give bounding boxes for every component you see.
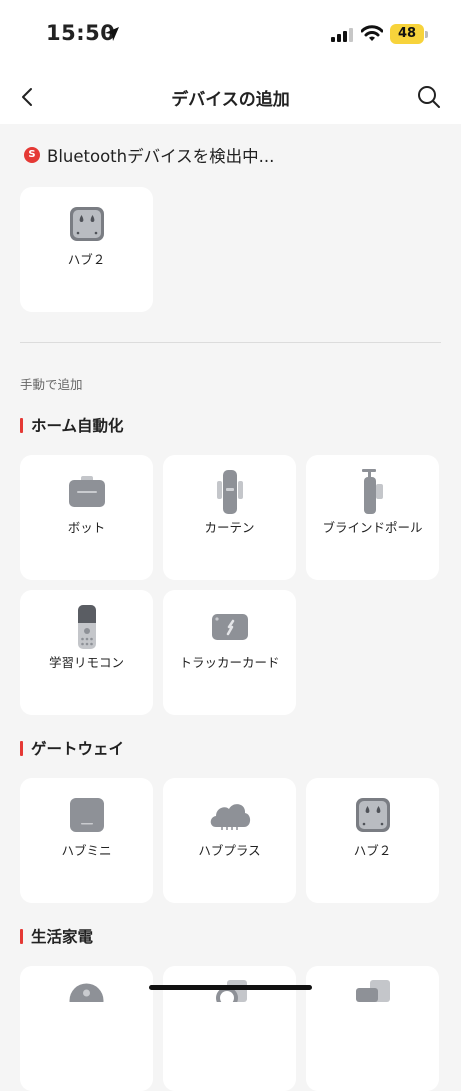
remote-icon (20, 604, 153, 650)
location-arrow-icon (105, 27, 119, 41)
found-device-hub2[interactable]: ハブ２ (20, 187, 153, 312)
home-indicator (149, 985, 312, 990)
device-card-remote[interactable]: 学習リモコン (20, 590, 153, 715)
bot-icon (20, 469, 153, 515)
curtain-icon (163, 469, 296, 515)
section-header-home-automation: ホーム自動化 (20, 414, 124, 436)
battery-tip (425, 31, 428, 38)
battery-level: 48 (390, 24, 424, 44)
scan-status-text: Bluetoothデバイスを検出中... (47, 147, 275, 166)
manual-add-label: 手動で追加 (20, 377, 83, 392)
device-label: ハブミニ (61, 843, 112, 858)
hub2-icon (306, 792, 439, 838)
section-divider (20, 342, 441, 343)
section-title: ゲートウェイ (31, 740, 125, 758)
scan-badge-icon: S (24, 147, 40, 163)
search-icon[interactable] (416, 84, 442, 110)
device-label: ハブ２ (353, 843, 392, 858)
hub-plus-icon (163, 792, 296, 838)
wifi-icon (361, 25, 383, 41)
device-label: ハブプラス (198, 843, 261, 858)
device-label: ブラインドポール (322, 520, 423, 535)
device-card-blind-tilt[interactable]: ブラインドポール (306, 455, 439, 580)
appliance-icon (216, 980, 247, 1002)
device-card-curtain[interactable]: カーテン (163, 455, 296, 580)
device-label: ボット (67, 520, 106, 535)
device-label: トラッカーカード (179, 655, 280, 670)
section-title: 生活家電 (31, 928, 94, 946)
device-label: ハブ２ (67, 252, 106, 267)
page-title: デバイスの追加 (171, 90, 290, 110)
device-label: カーテン (204, 520, 255, 535)
device-card-appliance[interactable] (306, 966, 439, 1091)
robot-vacuum-icon (69, 983, 104, 1002)
cellular-signal-icon (331, 28, 353, 42)
hub-mini-icon (20, 792, 153, 838)
blind-tilt-icon (306, 469, 439, 515)
device-card-robot-vacuum[interactable] (20, 966, 153, 1091)
section-header-gateway: ゲートウェイ (20, 737, 124, 759)
device-card-bot[interactable]: ボット (20, 455, 153, 580)
section-accent-bar (20, 417, 23, 433)
section-title: ホーム自動化 (31, 417, 124, 435)
device-card-hub-plus[interactable]: ハブプラス (163, 778, 296, 903)
device-card-hub2[interactable]: ハブ２ (306, 778, 439, 903)
bluetooth-scan-status: S Bluetoothデバイスを検出中... (24, 142, 274, 168)
device-card-hub-mini[interactable]: ハブミニ (20, 778, 153, 903)
section-accent-bar (20, 740, 23, 756)
appliance-icon (356, 980, 390, 1002)
section-accent-bar (20, 928, 23, 944)
section-header-appliances: 生活家電 (20, 925, 93, 947)
nav-bar: デバイスの追加 (0, 70, 461, 124)
tracker-card-icon (163, 604, 296, 650)
hub2-icon (20, 201, 153, 247)
device-label: 学習リモコン (48, 655, 124, 670)
status-bar: 15:50 48 (0, 0, 461, 70)
device-card-tracker-card[interactable]: トラッカーカード (163, 590, 296, 715)
